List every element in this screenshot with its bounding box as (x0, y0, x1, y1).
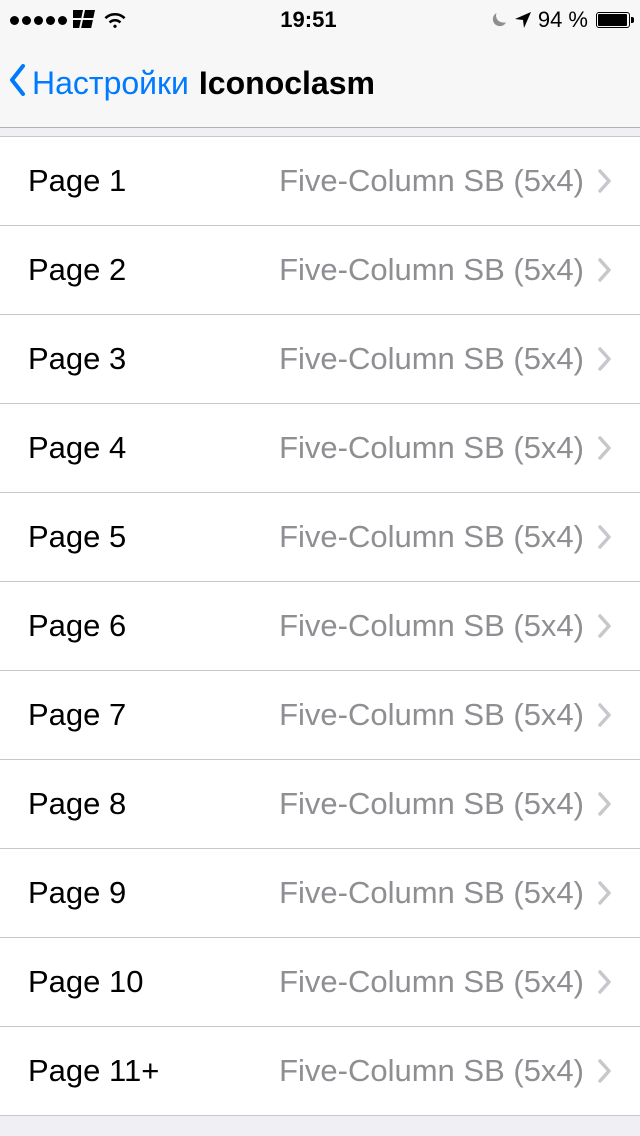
row-detail: Five-Column SB (5x4) (279, 608, 584, 644)
status-bar: 19:51 94 % (0, 0, 640, 40)
carrier-logo-icon (73, 10, 97, 30)
row-label: Page 7 (28, 697, 279, 733)
page-row-4[interactable]: Page 4 Five-Column SB (5x4) (0, 404, 640, 493)
settings-list: Page 1 Five-Column SB (5x4) Page 2 Five-… (0, 136, 640, 1116)
signal-strength-icon (10, 16, 67, 25)
chevron-right-icon (598, 436, 612, 460)
row-label: Page 1 (28, 163, 279, 199)
chevron-right-icon (598, 525, 612, 549)
status-left (10, 10, 127, 30)
page-row-6[interactable]: Page 6 Five-Column SB (5x4) (0, 582, 640, 671)
row-label: Page 2 (28, 252, 279, 288)
chevron-right-icon (598, 347, 612, 371)
nav-bar: Настройки Iconoclasm (0, 40, 640, 128)
chevron-right-icon (598, 881, 612, 905)
row-label: Page 3 (28, 341, 279, 377)
chevron-right-icon (598, 169, 612, 193)
battery-icon (596, 12, 630, 28)
do-not-disturb-icon (490, 11, 508, 29)
row-detail: Five-Column SB (5x4) (279, 1053, 584, 1089)
row-detail: Five-Column SB (5x4) (279, 341, 584, 377)
row-label: Page 6 (28, 608, 279, 644)
chevron-left-icon (8, 63, 28, 105)
page-row-10[interactable]: Page 10 Five-Column SB (5x4) (0, 938, 640, 1027)
row-label: Page 10 (28, 964, 279, 1000)
row-detail: Five-Column SB (5x4) (279, 964, 584, 1000)
status-right: 94 % (490, 7, 630, 33)
page-row-7[interactable]: Page 7 Five-Column SB (5x4) (0, 671, 640, 760)
status-time: 19:51 (280, 7, 336, 33)
row-label: Page 11+ (28, 1053, 279, 1089)
chevron-right-icon (598, 792, 612, 816)
chevron-right-icon (598, 703, 612, 727)
row-label: Page 4 (28, 430, 279, 466)
battery-percent-label: 94 % (538, 7, 588, 33)
page-row-11plus[interactable]: Page 11+ Five-Column SB (5x4) (0, 1027, 640, 1116)
page-row-3[interactable]: Page 3 Five-Column SB (5x4) (0, 315, 640, 404)
back-button[interactable]: Настройки (8, 63, 189, 105)
chevron-right-icon (598, 614, 612, 638)
chevron-right-icon (598, 258, 612, 282)
wifi-icon (103, 11, 127, 29)
row-detail: Five-Column SB (5x4) (279, 697, 584, 733)
row-detail: Five-Column SB (5x4) (279, 430, 584, 466)
row-detail: Five-Column SB (5x4) (279, 163, 584, 199)
page-row-9[interactable]: Page 9 Five-Column SB (5x4) (0, 849, 640, 938)
row-label: Page 8 (28, 786, 279, 822)
page-title: Iconoclasm (199, 65, 375, 102)
chevron-right-icon (598, 1059, 612, 1083)
page-row-1[interactable]: Page 1 Five-Column SB (5x4) (0, 137, 640, 226)
back-label: Настройки (32, 65, 189, 102)
chevron-right-icon (598, 970, 612, 994)
location-icon (514, 11, 532, 29)
row-detail: Five-Column SB (5x4) (279, 519, 584, 555)
row-label: Page 5 (28, 519, 279, 555)
page-row-5[interactable]: Page 5 Five-Column SB (5x4) (0, 493, 640, 582)
row-detail: Five-Column SB (5x4) (279, 252, 584, 288)
page-row-8[interactable]: Page 8 Five-Column SB (5x4) (0, 760, 640, 849)
row-label: Page 9 (28, 875, 279, 911)
page-row-2[interactable]: Page 2 Five-Column SB (5x4) (0, 226, 640, 315)
row-detail: Five-Column SB (5x4) (279, 786, 584, 822)
row-detail: Five-Column SB (5x4) (279, 875, 584, 911)
